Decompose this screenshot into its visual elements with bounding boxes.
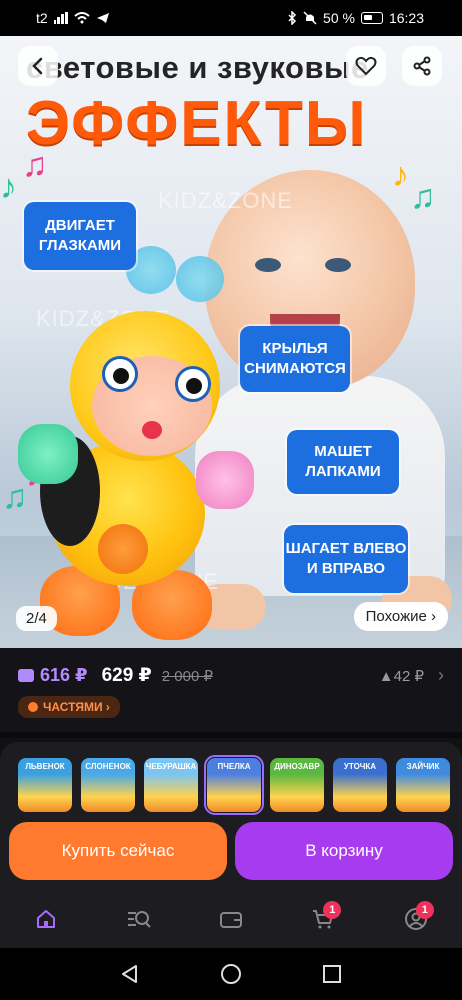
variant-thumbnail[interactable]: ДИНОЗАВР	[270, 758, 324, 812]
variant-thumbnail[interactable]: СЛОНЕНОК	[81, 758, 135, 812]
price-trend: ▲42 ₽	[378, 667, 424, 685]
variant-image	[144, 774, 198, 812]
music-note-icon: ♪	[392, 156, 409, 194]
signal-icon	[53, 12, 68, 24]
wifi-icon	[74, 12, 90, 24]
clock: 16:23	[388, 10, 424, 26]
music-note-icon: ♫	[2, 478, 28, 516]
variant-thumbnails: ЛЬВЕНОК СЛОНЕНОК ЧЕБУРАШКА ПЧЕЛКА ДИНОЗАВР УТ…	[0, 742, 462, 820]
mute-icon	[303, 11, 317, 25]
favorite-button[interactable]	[346, 46, 386, 86]
catalog-icon	[127, 911, 151, 928]
battery-percent: 50 %	[323, 10, 355, 26]
chevron-right-icon: ›	[438, 665, 444, 685]
variant-image	[333, 774, 387, 812]
system-recents-icon[interactable]	[321, 963, 343, 985]
nav-profile[interactable]: 1	[396, 899, 436, 939]
wallet-icon	[18, 669, 34, 682]
nav-home[interactable]	[26, 899, 66, 939]
variant-image	[396, 774, 450, 812]
variant-label: ЛЬВЕНОК	[18, 758, 72, 774]
profile-badge: 1	[415, 901, 434, 919]
variant-label: УТОЧКА	[333, 758, 387, 774]
bluetooth-icon	[288, 11, 297, 25]
nav-cart[interactable]: 1	[303, 899, 343, 939]
action-bar: Купить сейчас В корзину	[0, 820, 462, 890]
music-note-icon: ♪	[0, 168, 17, 206]
toy-nose	[142, 421, 162, 439]
baby-eye	[255, 258, 281, 272]
similar-button[interactable]: Похожие ›	[353, 602, 448, 631]
variant-thumbnail[interactable]: УТОЧКА	[333, 758, 387, 812]
toy-pupil	[113, 368, 129, 384]
product-image-gallery[interactable]: световые и звуковые ЭФФЕКТЫ KIDZ&ZONE KI…	[0, 36, 462, 648]
wallet-icon	[219, 912, 242, 928]
wallet-price: 616 ₽	[40, 665, 88, 685]
image-pager: 2/4	[16, 606, 57, 631]
variant-label: ЗАЙЧИК	[396, 758, 450, 774]
price-section: 616 ₽ 629 ₽ 2 000 ₽ ▲42 ₽ › ЧАСТЯМИ ›	[0, 648, 462, 738]
feature-bubble: КРЫЛЬЯ СНИМАЮТСЯ	[240, 326, 350, 392]
feature-bubble: ДВИГАЕТ ГЛАЗКАМИ	[24, 202, 136, 270]
heart-icon	[355, 56, 377, 76]
share-button[interactable]	[402, 46, 442, 86]
variant-image	[270, 774, 324, 812]
variant-label: ПЧЕЛКА	[207, 758, 261, 774]
buy-now-button[interactable]: Купить сейчас	[9, 822, 227, 880]
battery-icon	[360, 12, 383, 24]
watermark: KIDZ&ZONE	[158, 188, 293, 213]
variant-image	[207, 774, 261, 812]
variant-thumbnail[interactable]: ЛЬВЕНОК	[18, 758, 72, 812]
system-home-icon[interactable]	[220, 963, 242, 985]
home-icon	[37, 910, 56, 928]
price-row[interactable]: 616 ₽ 629 ₽ 2 000 ₽ ▲42 ₽ ›	[18, 664, 444, 687]
back-button[interactable]	[18, 46, 58, 86]
nav-wallet[interactable]	[211, 899, 251, 939]
variant-thumbnail[interactable]: ЗАЙЧИК	[396, 758, 450, 812]
feature-bubble: МАШЕТ ЛАПКАМИ	[287, 430, 399, 494]
toy-wing	[176, 256, 224, 302]
add-to-cart-button[interactable]: В корзину	[235, 822, 453, 880]
share-icon	[413, 56, 431, 76]
toy-bear	[98, 524, 148, 574]
hero-title-line2: ЭФФЕКТЫ	[26, 89, 368, 158]
back-icon	[32, 57, 43, 75]
old-price: 2 000 ₽	[161, 667, 214, 685]
bottom-navigation: 1 1	[0, 890, 462, 948]
toy-arm	[196, 451, 254, 509]
installments-badge[interactable]: ЧАСТЯМИ ›	[18, 696, 120, 718]
variant-thumbnail[interactable]: ПЧЕЛКА	[204, 755, 264, 815]
music-note-icon: ♫	[410, 178, 436, 216]
status-bar: t2 50 % 16:23	[0, 0, 462, 36]
variant-label: ЧЕБУРАШКА	[144, 758, 198, 774]
current-price: 629 ₽	[101, 665, 152, 686]
carrier-label: t2	[36, 10, 48, 26]
installments-label: ЧАСТЯМИ ›	[43, 700, 110, 714]
installments-icon	[28, 702, 38, 712]
variant-image	[18, 774, 72, 812]
toy-pupil	[186, 378, 202, 394]
system-navigation	[0, 948, 462, 1000]
baby-eye	[325, 258, 351, 272]
toy-arm	[18, 424, 78, 484]
system-back-icon[interactable]	[119, 963, 141, 985]
variant-image	[81, 774, 135, 812]
variant-label: СЛОНЕНОК	[81, 758, 135, 774]
variant-thumbnail[interactable]: ЧЕБУРАШКА	[144, 758, 198, 812]
cart-badge: 1	[323, 901, 342, 919]
music-note-icon: ♫	[22, 146, 48, 184]
nav-catalog[interactable]	[119, 899, 159, 939]
feature-bubble: ШАГАЕТ ВЛЕВО И ВПРАВО	[284, 525, 408, 593]
variant-label: ДИНОЗАВР	[270, 758, 324, 774]
telegram-icon	[96, 13, 109, 23]
hero-title-line1: световые и звуковые	[26, 50, 369, 85]
